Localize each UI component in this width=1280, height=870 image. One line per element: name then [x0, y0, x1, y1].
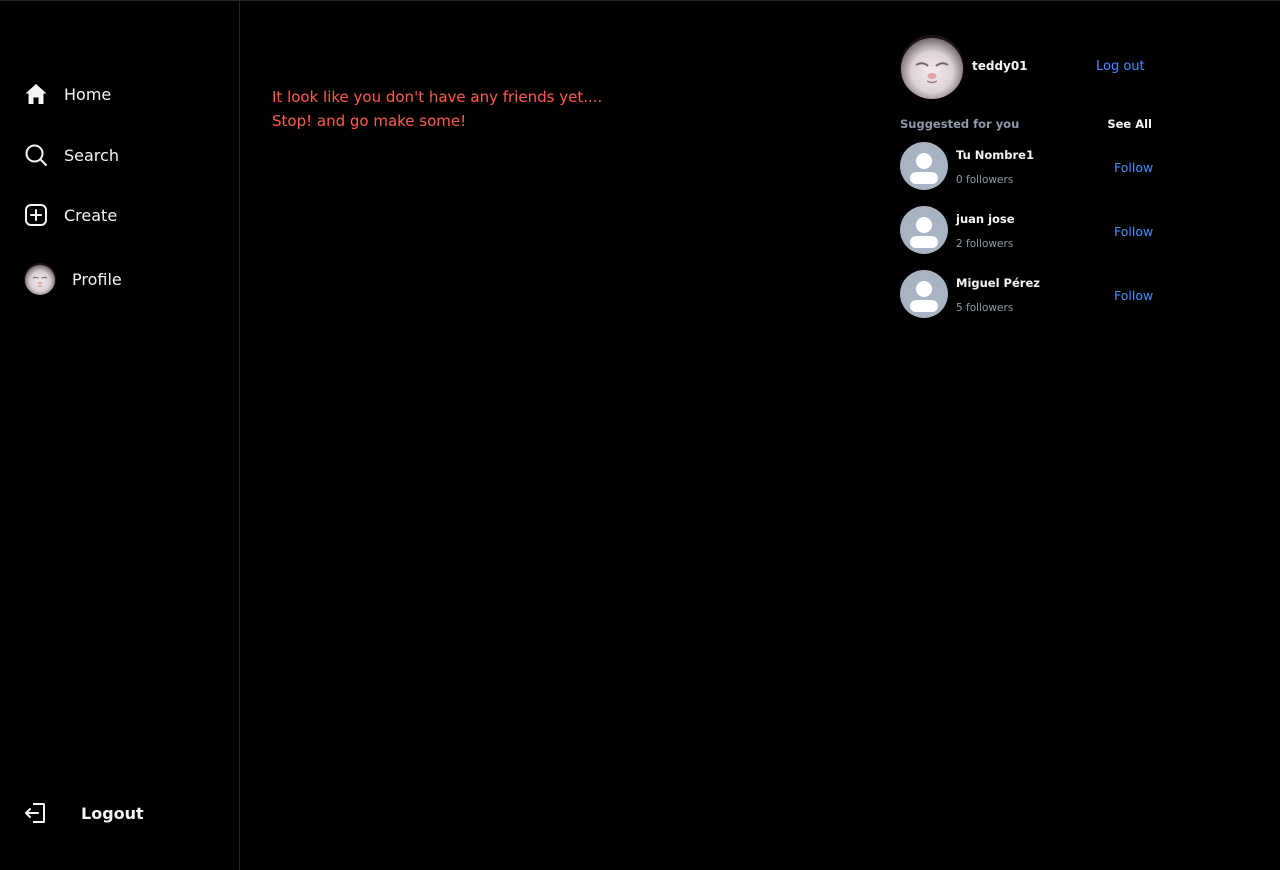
- empty-feed-line-2: Stop! and go make some!: [272, 112, 467, 130]
- sidebar-item-profile[interactable]: Profile: [24, 263, 122, 295]
- sidebar: Home Search Create Profile Logout: [0, 1, 240, 870]
- sidebar-logout-button[interactable]: Logout: [24, 801, 144, 825]
- sidebar-item-label: Home: [64, 84, 112, 104]
- follow-button[interactable]: Follow: [1114, 288, 1153, 303]
- sidebar-item-label: Profile: [72, 269, 122, 289]
- follow-button[interactable]: Follow: [1114, 160, 1153, 175]
- empty-feed-line-1: It look like you don't have any friends …: [272, 88, 603, 106]
- logout-icon: [24, 801, 48, 825]
- avatar[interactable]: [900, 35, 964, 99]
- home-icon: [24, 82, 48, 106]
- follower-count: 5 followers: [956, 302, 1014, 314]
- follower-count: 2 followers: [956, 238, 1014, 250]
- default-avatar-icon[interactable]: [900, 206, 948, 254]
- default-avatar-icon[interactable]: [900, 142, 948, 190]
- sidebar-item-search[interactable]: Search: [24, 143, 119, 167]
- follow-button[interactable]: Follow: [1114, 224, 1153, 239]
- current-username[interactable]: teddy01: [972, 59, 1028, 73]
- plus-square-icon: [24, 203, 48, 227]
- empty-feed-message: It look like you don't have any friends …: [272, 85, 602, 133]
- sidebar-logout-label: Logout: [81, 803, 144, 823]
- suggestions-header: Suggested for you See All: [900, 116, 1156, 136]
- sidebar-item-home[interactable]: Home: [24, 82, 111, 106]
- app-root: Home Search Create Profile Logout It loo…: [0, 0, 1280, 870]
- suggestions-list: Tu Nombre1 0 followers Follow juan jose …: [900, 142, 1156, 334]
- list-item: juan jose 2 followers Follow: [900, 206, 1156, 270]
- suggestions-panel: teddy01 Log out Suggested for you See Al…: [900, 35, 1156, 334]
- avatar: [24, 263, 56, 295]
- default-avatar-icon[interactable]: [900, 270, 948, 318]
- current-user-row: teddy01 Log out: [900, 35, 1156, 99]
- suggested-username[interactable]: Miguel Pérez: [956, 276, 1040, 290]
- list-item: Tu Nombre1 0 followers Follow: [900, 142, 1156, 206]
- logout-link[interactable]: Log out: [1096, 59, 1145, 74]
- see-all-link[interactable]: See All: [1107, 117, 1152, 131]
- suggestions-title: Suggested for you: [900, 117, 1020, 131]
- sidebar-item-create[interactable]: Create: [24, 203, 117, 227]
- suggested-username[interactable]: juan jose: [956, 212, 1015, 226]
- list-item: Miguel Pérez 5 followers Follow: [900, 270, 1156, 334]
- follower-count: 0 followers: [956, 174, 1014, 186]
- sidebar-item-label: Create: [64, 205, 118, 225]
- sidebar-item-label: Search: [64, 145, 119, 165]
- search-icon: [24, 143, 48, 167]
- suggested-username[interactable]: Tu Nombre1: [956, 148, 1034, 162]
